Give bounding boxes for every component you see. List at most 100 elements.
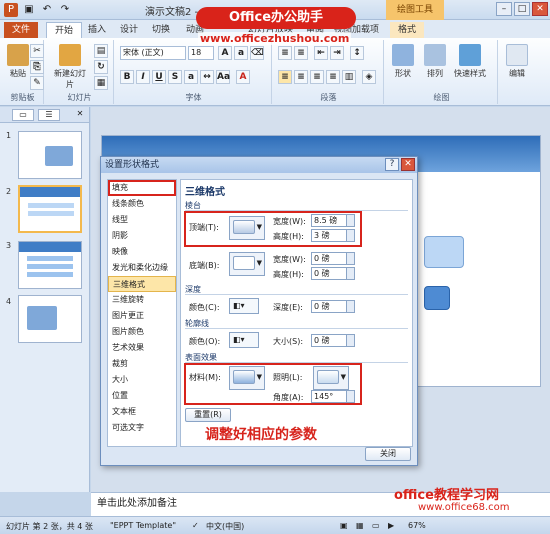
nav-text-box[interactable]: 文本框	[108, 404, 176, 420]
paste-button[interactable]: 粘贴	[6, 44, 30, 79]
view-reading-icon[interactable]: ▭	[372, 521, 380, 530]
clear-format-icon[interactable]: ⌫	[250, 46, 264, 60]
bottom-height-spinner[interactable]: 0 磅	[311, 267, 355, 280]
minimize-button[interactable]: –	[496, 2, 512, 16]
depth-color-picker[interactable]: ◧▾	[229, 298, 259, 314]
close-button[interactable]: 关闭	[365, 447, 411, 461]
slide-thumbnail-1[interactable]	[18, 131, 82, 179]
font-color-icon[interactable]: A	[236, 70, 250, 84]
slide-thumbnail-2[interactable]	[18, 185, 82, 233]
nav-shadow[interactable]: 阴影	[108, 228, 176, 244]
underline-icon[interactable]: U	[152, 70, 166, 84]
shapes-button[interactable]: 形状	[388, 44, 418, 79]
contour-color-picker[interactable]: ◧▾	[229, 332, 259, 348]
nav-picture-color[interactable]: 图片颜色	[108, 324, 176, 340]
nav-crop[interactable]: 裁剪	[108, 356, 176, 372]
reset-button[interactable]: 重置(R)	[185, 408, 231, 422]
dialog-close-icon[interactable]: ✕	[401, 158, 415, 171]
slide-thumbnail-4[interactable]	[18, 295, 82, 343]
italic-icon[interactable]: I	[136, 70, 150, 84]
tab-home[interactable]: 开始	[46, 22, 83, 38]
outline-tab[interactable]: ☰	[38, 109, 60, 121]
smartart-icon[interactable]: ◈	[362, 70, 376, 84]
contour-color-label: 颜色(O):	[189, 337, 221, 346]
spacing-icon[interactable]: ↔	[200, 70, 214, 84]
change-case-icon[interactable]: Aa	[216, 70, 230, 84]
nav-glow-soft-edges[interactable]: 发光和柔化边缘	[108, 260, 176, 276]
bottom-width-spinner[interactable]: 0 磅	[311, 252, 355, 265]
align-right-icon[interactable]: ≡	[310, 70, 324, 84]
shrink-font-icon[interactable]: a	[234, 46, 248, 60]
bullets-icon[interactable]: ≡	[278, 46, 292, 60]
nav-alt-text[interactable]: 可选文字	[108, 420, 176, 436]
layout-icon[interactable]: ▤	[94, 44, 108, 58]
bold-icon[interactable]: B	[120, 70, 134, 84]
align-left-icon[interactable]: ≡	[278, 70, 292, 84]
slide-thumbnail-3[interactable]	[18, 241, 82, 289]
line-spacing-icon[interactable]: ↕	[350, 46, 364, 60]
maximize-button[interactable]: □	[514, 2, 530, 16]
font-name-combo[interactable]: 宋体 (正文)	[120, 46, 186, 60]
decrease-indent-icon[interactable]: ⇤	[314, 46, 328, 60]
align-center-icon[interactable]: ≡	[294, 70, 308, 84]
height-label: 高度(H):	[273, 270, 304, 279]
depth-spinner[interactable]: 0 磅	[311, 300, 355, 313]
copy-icon[interactable]: ⎘	[30, 60, 44, 74]
edit-button[interactable]: 编辑	[502, 44, 532, 79]
zoom-level[interactable]: 67%	[408, 521, 426, 530]
view-sorter-icon[interactable]: ▦	[356, 521, 364, 530]
quick-styles-button[interactable]: 快速样式	[450, 44, 490, 79]
nav-line-style[interactable]: 线型	[108, 212, 176, 228]
spellcheck-icon[interactable]: ✓	[192, 521, 199, 530]
nav-3d-rotation[interactable]: 三维旋转	[108, 292, 176, 308]
justify-icon[interactable]: ≡	[326, 70, 340, 84]
window-close-button[interactable]: ✕	[532, 2, 548, 16]
slide-shape[interactable]	[424, 236, 464, 268]
slides-tab[interactable]: ▭	[12, 109, 34, 121]
tab-design[interactable]: 设计	[112, 22, 146, 38]
arrange-button[interactable]: 排列	[420, 44, 450, 79]
section-icon[interactable]: ▦	[94, 76, 108, 90]
increase-indent-icon[interactable]: ⇥	[330, 46, 344, 60]
panel-close-icon[interactable]: ✕	[74, 109, 86, 121]
contour-size-spinner[interactable]: 0 磅	[311, 334, 355, 347]
selected-slide-shape[interactable]	[424, 286, 450, 310]
undo-icon[interactable]: ↶	[40, 3, 54, 17]
tab-file[interactable]: 文件	[4, 22, 38, 38]
redo-icon[interactable]: ↷	[58, 3, 72, 17]
tab-insert[interactable]: 插入	[80, 22, 114, 38]
language[interactable]: 中文(中国)	[206, 521, 244, 532]
font-size-combo[interactable]: 18	[188, 46, 214, 60]
view-normal-icon[interactable]: ▣	[340, 521, 348, 530]
highlight-box	[184, 363, 362, 405]
group-clipboard: 粘贴 ✂ ⎘ ✎ 剪贴板	[2, 40, 44, 104]
save-icon[interactable]: ▣	[22, 3, 36, 17]
nav-line-color[interactable]: 线条颜色	[108, 196, 176, 212]
thumb-graphic	[27, 306, 57, 330]
grow-font-icon[interactable]: A	[218, 46, 232, 60]
thumb-header	[19, 242, 81, 252]
shadow-icon[interactable]: S	[168, 70, 182, 84]
reset-slide-icon[interactable]: ↻	[94, 60, 108, 74]
nav-picture-corrections[interactable]: 图片更正	[108, 308, 176, 324]
tab-transitions[interactable]: 切换	[144, 22, 178, 38]
nav-3d-format[interactable]: 三维格式	[108, 276, 176, 292]
nav-fill[interactable]: 填充	[108, 180, 176, 196]
numbering-icon[interactable]: ≡	[294, 46, 308, 60]
strikethrough-icon[interactable]: a	[184, 70, 198, 84]
powerpoint-app-icon[interactable]: P	[4, 3, 18, 17]
view-slideshow-icon[interactable]: ▶	[388, 521, 394, 530]
new-slide-button[interactable]: 新建幻灯片	[52, 44, 88, 90]
nav-reflection[interactable]: 映像	[108, 244, 176, 260]
columns-icon[interactable]: ▥	[342, 70, 356, 84]
format-shape-dialog: 设置形状格式 ? ✕ 填充 线条颜色 线型 阴影 映像 发光和柔化边缘 三维格式…	[100, 156, 418, 466]
nav-position[interactable]: 位置	[108, 388, 176, 404]
nav-artistic-effects[interactable]: 艺术效果	[108, 340, 176, 356]
nav-size[interactable]: 大小	[108, 372, 176, 388]
cut-icon[interactable]: ✂	[30, 44, 44, 58]
help-icon[interactable]: ?	[385, 158, 399, 171]
tab-format[interactable]: 格式	[390, 22, 425, 38]
group-slides: 新建幻灯片 ▤ ↻ ▦ 幻灯片	[46, 40, 114, 104]
bottom-bevel-gallery[interactable]: ▼	[229, 252, 265, 276]
format-painter-icon[interactable]: ✎	[30, 76, 44, 90]
